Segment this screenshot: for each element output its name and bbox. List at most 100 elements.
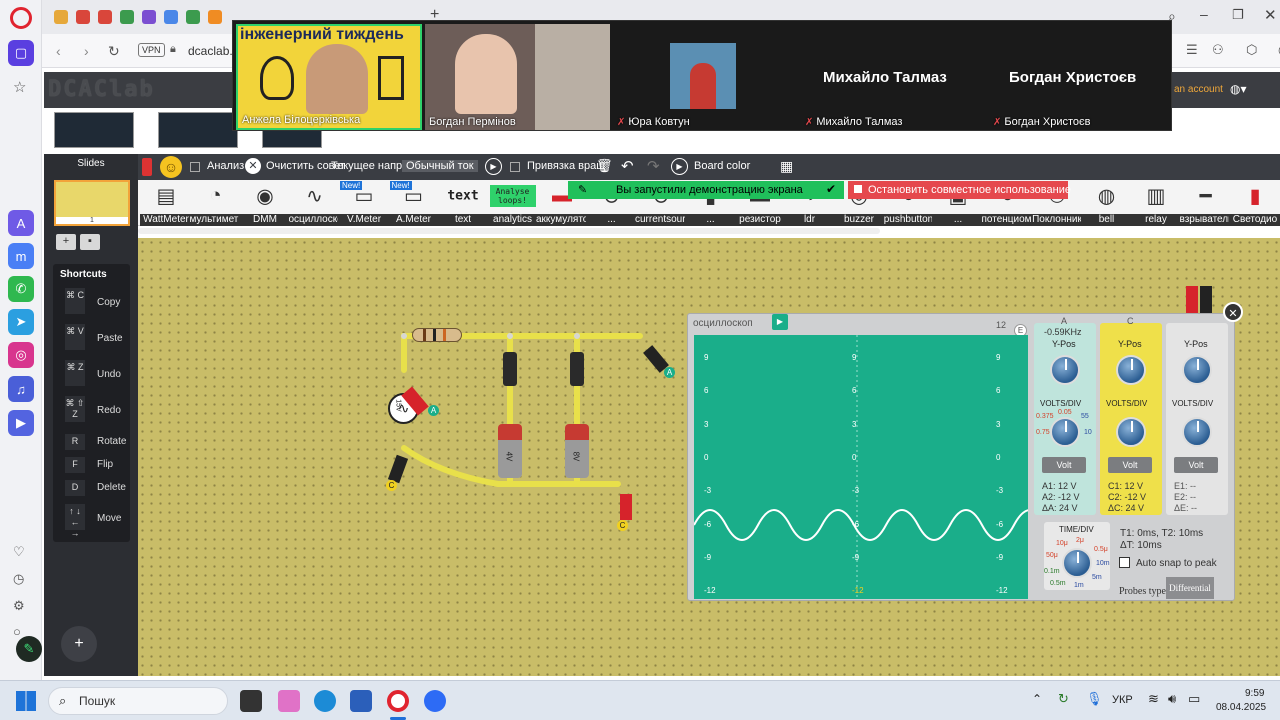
add-slide-button[interactable]: + (56, 234, 76, 250)
canvas-scroll-track[interactable] (138, 228, 880, 234)
history-icon[interactable]: ◷ (13, 571, 24, 587)
analysis-checkbox[interactable] (190, 162, 200, 172)
account-icon[interactable]: ⚇ (1212, 42, 1224, 58)
player-icon[interactable]: ▶ (8, 410, 34, 436)
battery[interactable]: 8V (565, 424, 589, 478)
project-thumbnail[interactable] (158, 112, 238, 148)
dcaclab-logo[interactable]: DCAClab (48, 77, 155, 102)
regular-current-option[interactable]: Обычный ток (402, 160, 478, 172)
tray-chevron-icon[interactable]: ⌃ (1032, 692, 1042, 706)
gmail-icon[interactable] (98, 10, 112, 24)
component-text[interactable]: text text (437, 180, 489, 226)
redo-icon[interactable]: ↷ (647, 157, 660, 175)
maximize-icon[interactable]: ❐ (1232, 7, 1244, 23)
close-window-icon[interactable]: ✕ (1264, 6, 1277, 24)
battery-tool-icon[interactable] (142, 158, 152, 176)
component-multimeter[interactable]: ◔ мультиметр (189, 180, 242, 226)
probe-c[interactable] (620, 494, 632, 520)
create-account-link[interactable]: an account (1174, 84, 1223, 95)
y-pos-knob[interactable] (1116, 355, 1146, 385)
menu-icon[interactable]: ☰ (1186, 42, 1198, 58)
component-ammeter[interactable]: ▭ New! A.Meter (387, 180, 440, 226)
opera-logo-icon[interactable] (10, 7, 32, 29)
smiley-icon[interactable]: ☺ (160, 156, 182, 178)
participant-tile[interactable]: Богдан Христоєв ✗ Богдан Христоєв (989, 24, 1169, 130)
volts-div-knob[interactable] (1182, 417, 1212, 447)
volt-button[interactable]: Volt (1042, 457, 1086, 473)
diode[interactable] (503, 352, 517, 386)
play-icon[interactable]: ▶ (772, 314, 788, 330)
globe-icon[interactable]: ◍▾ (1230, 82, 1247, 96)
participant-tile[interactable]: ✗ Юра Ковтун (613, 24, 798, 130)
participant-tile[interactable]: Богдан Пермінов (425, 24, 610, 130)
tab-favicon[interactable] (142, 10, 156, 24)
snap-rotate-checkbox[interactable] (510, 162, 520, 172)
edge-icon[interactable] (314, 690, 336, 712)
extensions-icon[interactable]: ⬡ (1246, 42, 1257, 58)
board-color-button[interactable]: Board color (694, 160, 750, 172)
volt-button[interactable]: Volt (1174, 457, 1218, 473)
pin-icon[interactable]: ✎ (578, 183, 587, 196)
copilot-icon[interactable] (278, 690, 300, 712)
battery[interactable]: 4V (498, 424, 522, 478)
play-icon[interactable]: ▶ (485, 158, 502, 175)
zoom-icon[interactable] (424, 690, 446, 712)
messenger-icon[interactable]: m (8, 243, 34, 269)
clock-time[interactable]: 9:59 (1245, 688, 1264, 699)
slide-thumbnail[interactable]: 1 (54, 180, 130, 226)
participant-tile[interactable]: інженерний тиждень Анжела Білоцерківська (236, 24, 422, 130)
mic-icon[interactable]: 🎙︎ (1086, 691, 1103, 707)
wire-node[interactable] (507, 333, 513, 339)
opera-icon[interactable] (387, 690, 409, 712)
clear-icon[interactable]: ✕ (245, 158, 261, 174)
component-wattmeter[interactable]: ▤ WattMeter (140, 180, 192, 226)
close-oscilloscope-icon[interactable]: ✕ (1223, 302, 1243, 322)
back-icon[interactable]: ‹ (56, 43, 61, 59)
whatsapp-icon[interactable]: ✆ (8, 276, 34, 302)
vpn-badge[interactable]: VPN (138, 43, 165, 57)
copy-slide-button[interactable]: ▪ (80, 234, 100, 250)
component-voltmeter[interactable]: ▭ New! V.Meter (338, 180, 390, 226)
battery-status-icon[interactable]: ▭ (1188, 691, 1200, 707)
component-relay[interactable]: ▥ relay (1130, 180, 1182, 226)
language-indicator[interactable]: УКР (1112, 694, 1133, 706)
undo-icon[interactable]: ↶ (621, 157, 634, 175)
edit-icon[interactable]: ✎ (16, 636, 42, 662)
add-circuit-button[interactable]: + (61, 626, 97, 662)
more-icon[interactable]: ○ (13, 624, 21, 639)
probes-type-select[interactable]: Differential (1166, 577, 1214, 599)
settings-icon[interactable]: ⚙ (13, 598, 25, 614)
grid-icon[interactable]: ▦ (780, 158, 793, 175)
tab-favicon[interactable] (208, 10, 222, 24)
reload-icon[interactable]: ↻ (108, 43, 120, 60)
wire-node[interactable] (401, 333, 407, 339)
project-thumbnail[interactable] (54, 112, 134, 148)
volt-button[interactable]: Volt (1108, 457, 1152, 473)
drive-icon[interactable] (120, 10, 134, 24)
aria-icon[interactable]: A (8, 210, 34, 236)
store-icon[interactable] (350, 690, 372, 712)
tab-favicon[interactable] (54, 10, 68, 24)
component-dmm[interactable]: ◉ DMM (239, 180, 291, 226)
resistor[interactable] (412, 328, 462, 342)
workspace-icon[interactable]: ▢ (8, 40, 34, 66)
oscilloscope-screen[interactable]: 9 6 3 0 -3 -6 -9 -12 9 6 3 0 -3 -6 -9 -1… (694, 335, 1028, 599)
google-icon[interactable] (164, 10, 178, 24)
volts-div-knob[interactable] (1050, 417, 1080, 447)
stop-share-button[interactable]: Остановить совместное использование (848, 181, 1071, 199)
component-analytics[interactable]: Analyse loops! analytics (486, 180, 539, 226)
wifi-icon[interactable]: ≋ (1148, 691, 1159, 707)
participant-tile[interactable]: Михайло Талмаз ✗ Михайло Талмаз (801, 24, 986, 130)
sync-icon[interactable]: ↻ (1058, 691, 1069, 707)
y-pos-knob[interactable] (1182, 355, 1212, 385)
y-pos-knob[interactable] (1050, 355, 1080, 385)
clock-date[interactable]: 08.04.2025 (1216, 702, 1266, 713)
drive-icon[interactable] (186, 10, 200, 24)
music-icon[interactable]: ♫ (8, 376, 34, 402)
volts-div-knob[interactable] (1116, 417, 1146, 447)
volume-icon[interactable]: 🔊︎ (1168, 691, 1176, 707)
forward-icon[interactable]: › (84, 43, 89, 59)
file-explorer-icon[interactable] (240, 690, 262, 712)
telegram-icon[interactable]: ➤ (8, 309, 34, 335)
component-bell[interactable]: ◍ bell (1080, 180, 1133, 226)
